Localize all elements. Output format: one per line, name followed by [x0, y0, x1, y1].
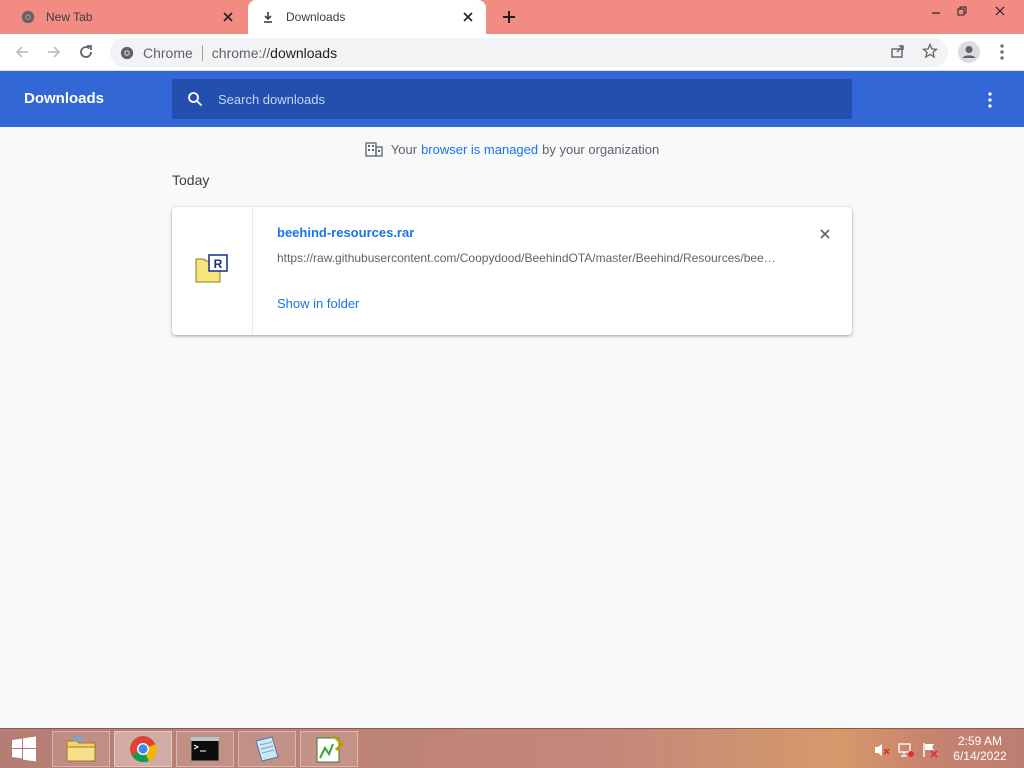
download-icon: [260, 9, 276, 25]
managed-text-prefix: Your: [390, 141, 418, 157]
chrome-menu-icon[interactable]: [990, 40, 1014, 64]
page-title: Downloads: [24, 90, 105, 107]
system-clock[interactable]: 2:59 AM 6/14/2022: [944, 734, 1016, 764]
close-tab-icon[interactable]: [460, 9, 476, 25]
toolbar: Chrome chrome://downloads: [0, 34, 1024, 71]
url-text: chrome://downloads: [212, 45, 337, 61]
search-box[interactable]: [172, 79, 852, 119]
divider: [201, 44, 203, 61]
file-explorer-taskbar-button[interactable]: [52, 731, 110, 767]
action-center-flag-icon[interactable]: [921, 741, 939, 759]
tab-new-tab[interactable]: New Tab: [8, 0, 246, 34]
taskbar: 2:59 AM 6/14/2022: [0, 728, 1024, 768]
managed-text-suffix: by your organization: [542, 141, 660, 157]
building-icon: [365, 140, 383, 158]
show-in-folder-link[interactable]: Show in folder: [277, 296, 359, 311]
close-window-button[interactable]: [983, 0, 1017, 22]
date-heading: Today: [172, 172, 210, 188]
volume-muted-icon[interactable]: [873, 741, 891, 759]
profile-avatar[interactable]: [957, 40, 981, 64]
address-bar[interactable]: Chrome chrome://downloads: [110, 38, 948, 67]
chrome-icon: [119, 45, 135, 61]
notepad-taskbar-button[interactable]: [238, 731, 296, 767]
clock-date: 6/14/2022: [953, 749, 1007, 763]
network-icon[interactable]: [897, 741, 915, 759]
reload-button[interactable]: [74, 40, 98, 64]
tab-downloads[interactable]: Downloads: [248, 0, 486, 34]
downloads-header: Downloads: [0, 71, 1024, 127]
restore-button[interactable]: [945, 0, 979, 22]
source-url-link[interactable]: https://raw.githubusercontent.com/Coopyd…: [277, 251, 777, 265]
file-icon-column: R: [172, 207, 253, 335]
chrome-taskbar-button[interactable]: [114, 731, 172, 767]
forward-button[interactable]: [42, 40, 66, 64]
download-item: R beehind-resources.rar https://raw.gith…: [172, 207, 852, 335]
title-bar: New Tab Downloads: [0, 0, 1024, 34]
bookmark-star-icon[interactable]: [919, 40, 941, 62]
clock-time: 2:59 AM: [957, 734, 1003, 748]
start-button[interactable]: [4, 733, 44, 765]
more-actions-icon[interactable]: [978, 88, 1002, 112]
url-host: downloads: [270, 44, 338, 61]
new-tab-button[interactable]: [498, 6, 520, 28]
tab-title: New Tab: [46, 10, 93, 24]
svg-text:R: R: [214, 257, 223, 271]
url-scheme: chrome://: [211, 44, 271, 61]
rar-file-icon: R: [195, 253, 229, 289]
remove-download-icon[interactable]: [815, 224, 835, 244]
search-icon: [185, 89, 205, 109]
search-input[interactable]: [218, 91, 818, 107]
managed-notice: Your browser is managed by your organiza…: [0, 138, 1024, 160]
command-prompt-taskbar-button[interactable]: [176, 731, 234, 767]
tab-title: Downloads: [286, 10, 346, 24]
file-name-link[interactable]: beehind-resources.rar: [277, 225, 414, 240]
managed-link[interactable]: browser is managed: [421, 142, 538, 157]
share-icon[interactable]: [887, 40, 909, 62]
site-chip: Chrome: [143, 44, 193, 61]
chrome-icon: [20, 9, 36, 25]
back-button[interactable]: [10, 40, 34, 64]
close-tab-icon[interactable]: [220, 9, 236, 25]
editor-taskbar-button[interactable]: [300, 731, 358, 767]
